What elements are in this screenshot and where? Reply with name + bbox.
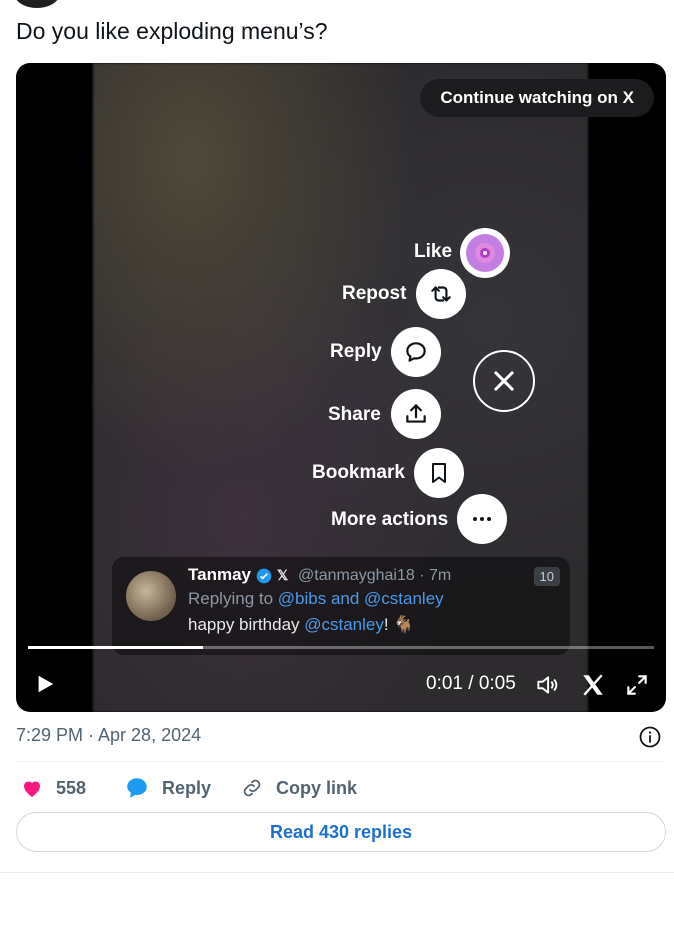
play-icon[interactable] xyxy=(34,673,56,695)
verified-badge-icon xyxy=(256,568,272,584)
author-avatar[interactable] xyxy=(14,0,60,8)
copy-link-label: Copy link xyxy=(276,777,358,798)
menu-label-share: Share xyxy=(328,404,381,425)
link-icon xyxy=(243,779,261,797)
reply-author-avatar xyxy=(126,571,176,621)
reply-bubble-icon xyxy=(406,342,426,362)
volume-icon[interactable] xyxy=(534,672,560,698)
info-icon[interactable] xyxy=(638,725,662,749)
video-player[interactable]: Continue watching on X Like Repost Reply… xyxy=(16,63,666,712)
menu-label-like: Like xyxy=(414,241,453,262)
reply-author-name: Tanmay xyxy=(188,565,251,584)
bookmark-icon xyxy=(432,463,446,483)
x-logo-icon: 𝕏 xyxy=(277,567,289,583)
bookmark-button[interactable] xyxy=(414,448,464,498)
more-dots-icon xyxy=(473,517,491,521)
reply-menu-button[interactable] xyxy=(391,327,441,377)
menu-label-more-actions: More actions xyxy=(331,509,449,530)
replying-to-prefix: Replying to xyxy=(188,589,278,608)
x-logo-icon[interactable] xyxy=(580,672,606,698)
card-bottom-border xyxy=(0,872,674,873)
close-icon xyxy=(494,371,514,391)
reply-text-suffix: ! 🐐 xyxy=(383,615,415,634)
embedded-reply-card: Tanmay 𝕏 @tanmayghai18 · 7m 10 Replying … xyxy=(112,557,570,655)
continue-watching-button[interactable]: Continue watching on X xyxy=(420,79,654,117)
menu-label-reply: Reply xyxy=(330,341,382,362)
like-donut-icon xyxy=(466,234,504,272)
close-menu-button[interactable] xyxy=(473,350,535,412)
reply-label: Reply xyxy=(162,777,212,798)
more-actions-button[interactable] xyxy=(457,494,507,544)
video-progress-bar[interactable] xyxy=(28,646,654,649)
reply-mention: @cstanley xyxy=(304,615,384,634)
replying-to-line: Replying to @bibs and @cstanley xyxy=(188,589,444,609)
copy-link-button[interactable]: Copy link xyxy=(240,774,357,802)
replying-to-users: @bibs and @cstanley xyxy=(277,589,444,608)
fullscreen-icon[interactable] xyxy=(624,672,650,698)
heart-icon xyxy=(24,781,40,797)
menu-label-repost: Repost xyxy=(342,283,407,304)
menu-label-bookmark: Bookmark xyxy=(312,462,405,483)
tweet-timestamp[interactable]: 7:29 PM · Apr 28, 2024 xyxy=(16,725,201,746)
share-button[interactable] xyxy=(391,389,441,439)
repost-button[interactable] xyxy=(416,269,466,319)
like-button[interactable] xyxy=(460,228,510,278)
like-count-button[interactable]: 558 xyxy=(20,774,86,802)
reply-handle-time: @tanmayghai18 · 7m xyxy=(298,567,452,584)
reply-text: happy birthday @cstanley! 🐐 xyxy=(188,615,415,635)
tweet-text: Do you like exploding menu’s? xyxy=(16,18,328,44)
share-icon xyxy=(406,404,426,423)
divider xyxy=(16,761,666,762)
speech-bubble-icon xyxy=(127,778,147,798)
video-progress-fill xyxy=(28,646,204,649)
video-time: 0:01 / 0:05 xyxy=(426,673,516,694)
reply-text-prefix: happy birthday xyxy=(188,615,305,634)
like-count: 558 xyxy=(56,777,87,798)
reply-button[interactable]: Reply xyxy=(124,774,211,802)
reply-counter-badge: 10 xyxy=(533,567,560,586)
read-replies-button[interactable]: Read 430 replies xyxy=(16,812,666,852)
repost-icon xyxy=(431,286,451,302)
